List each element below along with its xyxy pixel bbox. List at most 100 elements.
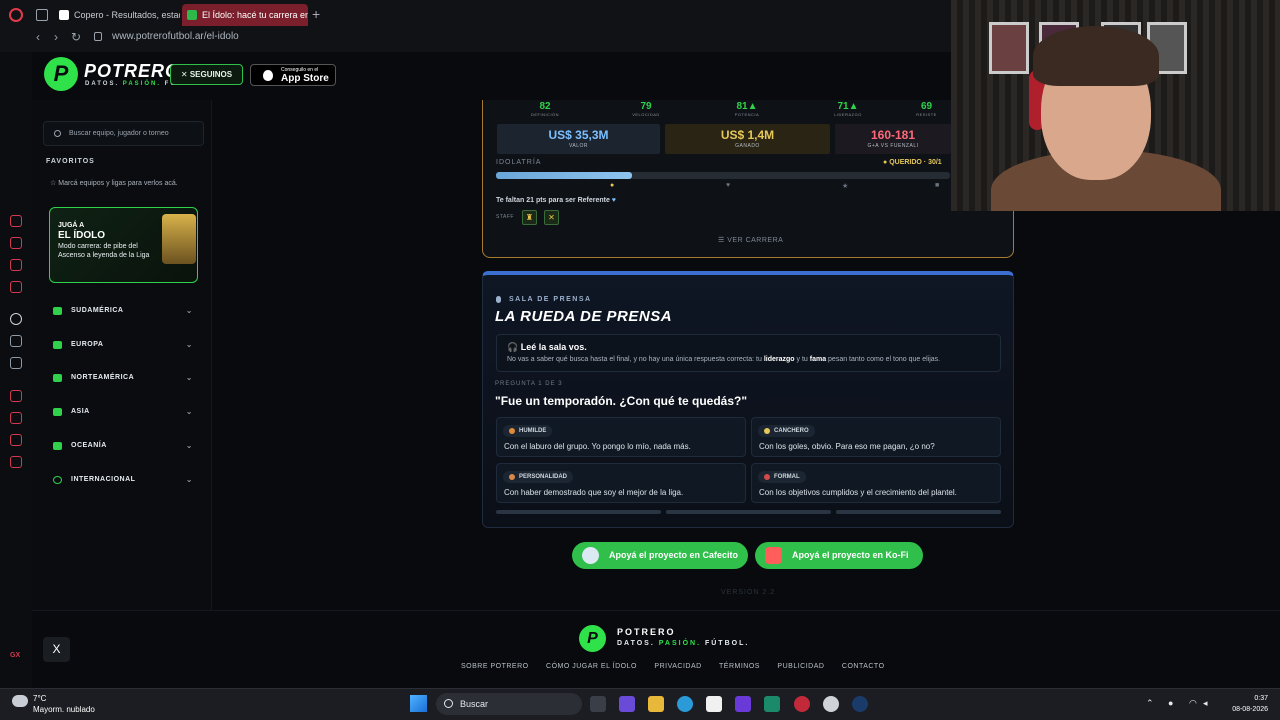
region-oceania[interactable]: OCEANÍA ⌄ xyxy=(45,437,199,455)
webcam-overlay xyxy=(951,0,1280,211)
taskbar-search[interactable]: Buscar xyxy=(436,693,582,715)
money-ganado: US$ 1,4M GANADO xyxy=(665,124,830,154)
option-personalidad[interactable]: PERSONALIDAD Con haber demostrado que soy… xyxy=(496,463,746,503)
logo-name[interactable]: POTRERO xyxy=(84,61,180,82)
potrero-favicon-icon xyxy=(187,10,197,20)
extensions-icon[interactable] xyxy=(10,434,22,446)
region-sudamerica[interactable]: SUDAMÉRICA ⌄ xyxy=(45,302,199,320)
el-idolo-promo-card[interactable]: JUGÁ A EL ÍDOLO Modo carrera: de pibe de… xyxy=(49,207,198,283)
option-humilde[interactable]: HUMILDE Con el laburo del grupo. Yo pongo… xyxy=(496,417,746,457)
list-icon: ☰ xyxy=(718,237,728,244)
view-career-button[interactable]: ☰ VER CARRERA xyxy=(718,236,783,244)
footer-link-privacidad[interactable]: PRIVACIDAD xyxy=(654,663,701,670)
store-icon[interactable] xyxy=(706,696,722,712)
history-icon[interactable] xyxy=(10,215,22,227)
reload-icon[interactable]: ↻ xyxy=(71,30,81,44)
footer-link-contacto[interactable]: CONTACTO xyxy=(842,663,885,670)
news-icon[interactable] xyxy=(10,259,22,271)
footer-link-sobre[interactable]: SOBRE POTRERO xyxy=(461,663,529,670)
app-icon[interactable] xyxy=(764,696,780,712)
twitch-icon[interactable] xyxy=(10,335,22,347)
obs-icon[interactable] xyxy=(823,696,839,712)
tab-el-idolo[interactable]: El Ídolo: hacé tu carrera en xyxy=(182,4,308,26)
option-canchero[interactable]: CANCHERO Con los goles, obvio. Para eso m… xyxy=(751,417,1001,457)
promo-kicker: JUGÁ A xyxy=(58,222,85,229)
settings-icon[interactable] xyxy=(10,456,22,468)
workspaces-icon[interactable] xyxy=(36,9,48,21)
file-explorer-icon[interactable] xyxy=(648,696,664,712)
search-input[interactable]: Buscar equipo, jugador o torneo xyxy=(43,121,204,146)
x-social-button[interactable]: X xyxy=(43,637,70,662)
staff-trophy-icon[interactable]: ♜ xyxy=(522,210,537,225)
staff-tools-icon[interactable]: ✕ xyxy=(544,210,559,225)
mic-icon[interactable]: ● xyxy=(1168,698,1173,708)
edge-icon[interactable] xyxy=(677,696,693,712)
windows-start-icon[interactable] xyxy=(410,695,427,712)
footer-link-terminos[interactable]: TÉRMINOS xyxy=(719,663,760,670)
tab-copero[interactable]: Copero - Resultados, estad xyxy=(54,4,180,26)
star-icon: ★ xyxy=(842,183,849,190)
footer-logo-icon[interactable]: P xyxy=(579,625,606,652)
question-progress-1 xyxy=(496,510,661,514)
stat-potencia: 81▲ POTENCIA xyxy=(734,101,760,117)
idolatria-state: ● QUERIDO · 30/1 xyxy=(883,159,942,166)
site-sidebar xyxy=(32,100,212,610)
opera-logo-icon[interactable] xyxy=(9,8,23,22)
new-tab-button[interactable]: + xyxy=(312,6,320,22)
gx-label: GX xyxy=(10,652,21,659)
flag-icon xyxy=(53,341,62,349)
tray-chevron-icon[interactable]: ⌃ xyxy=(1146,698,1154,709)
flex-icon xyxy=(509,474,515,480)
mic-icon xyxy=(496,296,501,303)
app-icon[interactable] xyxy=(735,696,751,712)
follow-on-x-button[interactable]: ✕ SEGUINOS xyxy=(170,64,243,85)
copilot-icon[interactable] xyxy=(619,696,635,712)
clock-icon[interactable] xyxy=(10,412,22,424)
milestone-current-icon: ● xyxy=(610,182,615,189)
kofi-button[interactable]: Apoyá el proyecto en Ko-Fi xyxy=(755,542,923,569)
task-view-icon[interactable] xyxy=(590,696,606,712)
footer-link-publicidad[interactable]: PUBLICIDAD xyxy=(777,663,824,670)
cloud-icon[interactable] xyxy=(12,695,28,707)
press-info-box: 🎧 Leé la sala vos. No vas a saber qué bu… xyxy=(496,334,1001,372)
region-asia[interactable]: ASIA ⌄ xyxy=(45,403,199,421)
music-icon[interactable] xyxy=(10,390,22,402)
taskbar-clock[interactable]: 0:37 08-08-2026 xyxy=(1222,693,1268,715)
question-progress-2 xyxy=(666,510,831,514)
cafecito-button[interactable]: Apoyá el proyecto en Cafecito xyxy=(572,542,748,569)
favorites-hint: ☆ Marcá equipos y ligas para verlos acá. xyxy=(50,180,178,187)
mods-icon[interactable] xyxy=(10,281,22,293)
address-bar[interactable]: www.potrerofutbol.ar/el-idolo xyxy=(112,31,239,42)
potrero-logo-icon[interactable]: P xyxy=(44,57,78,91)
ai-icon[interactable] xyxy=(10,313,22,325)
money-versus: 160-181 G+A VS FUENZALI xyxy=(835,124,951,154)
region-europa[interactable]: EUROPA ⌄ xyxy=(45,336,199,354)
idolatria-label: IDOLATRÍA xyxy=(496,159,542,166)
wifi-icon[interactable]: ◠ xyxy=(1189,698,1197,709)
weather-widget[interactable]: 7°C Mayorm. nublado xyxy=(33,693,95,715)
chevron-down-icon: ⌄ xyxy=(185,441,193,450)
chevron-down-icon: ⌄ xyxy=(185,407,193,416)
forward-icon[interactable]: › xyxy=(54,30,58,44)
question-counter: PREGUNTA 1 DE 3 xyxy=(495,381,563,387)
discord-icon[interactable] xyxy=(10,357,22,369)
chevron-down-icon: ⌄ xyxy=(185,340,193,349)
shop-icon[interactable] xyxy=(10,237,22,249)
steam-icon[interactable] xyxy=(852,696,868,712)
tab-label: Copero - Resultados, estad xyxy=(74,10,180,20)
back-icon[interactable]: ‹ xyxy=(36,30,40,44)
kofi-icon xyxy=(765,547,782,564)
option-formal[interactable]: FORMAL Con los objetivos cumplidos y el c… xyxy=(751,463,1001,503)
opera-gx-icon[interactable] xyxy=(794,696,810,712)
region-internacional[interactable]: INTERNACIONAL ⌄ xyxy=(45,471,199,489)
region-norteamerica[interactable]: NORTEAMÉRICA ⌄ xyxy=(45,369,199,387)
stat-definicion: 82 DEFINICIÓN xyxy=(530,101,560,117)
volume-icon[interactable]: ◂ xyxy=(1203,698,1208,709)
player-card-image xyxy=(162,214,196,264)
favorites-title: FAVORITOS xyxy=(46,158,95,165)
search-icon xyxy=(54,130,61,137)
staff-label: STAFF xyxy=(496,214,514,220)
footer-link-como-jugar[interactable]: CÓMO JUGAR EL ÍDOLO xyxy=(546,663,637,670)
flag-icon xyxy=(53,307,62,315)
app-store-button[interactable]: Conseguilo en el App Store xyxy=(250,64,336,86)
